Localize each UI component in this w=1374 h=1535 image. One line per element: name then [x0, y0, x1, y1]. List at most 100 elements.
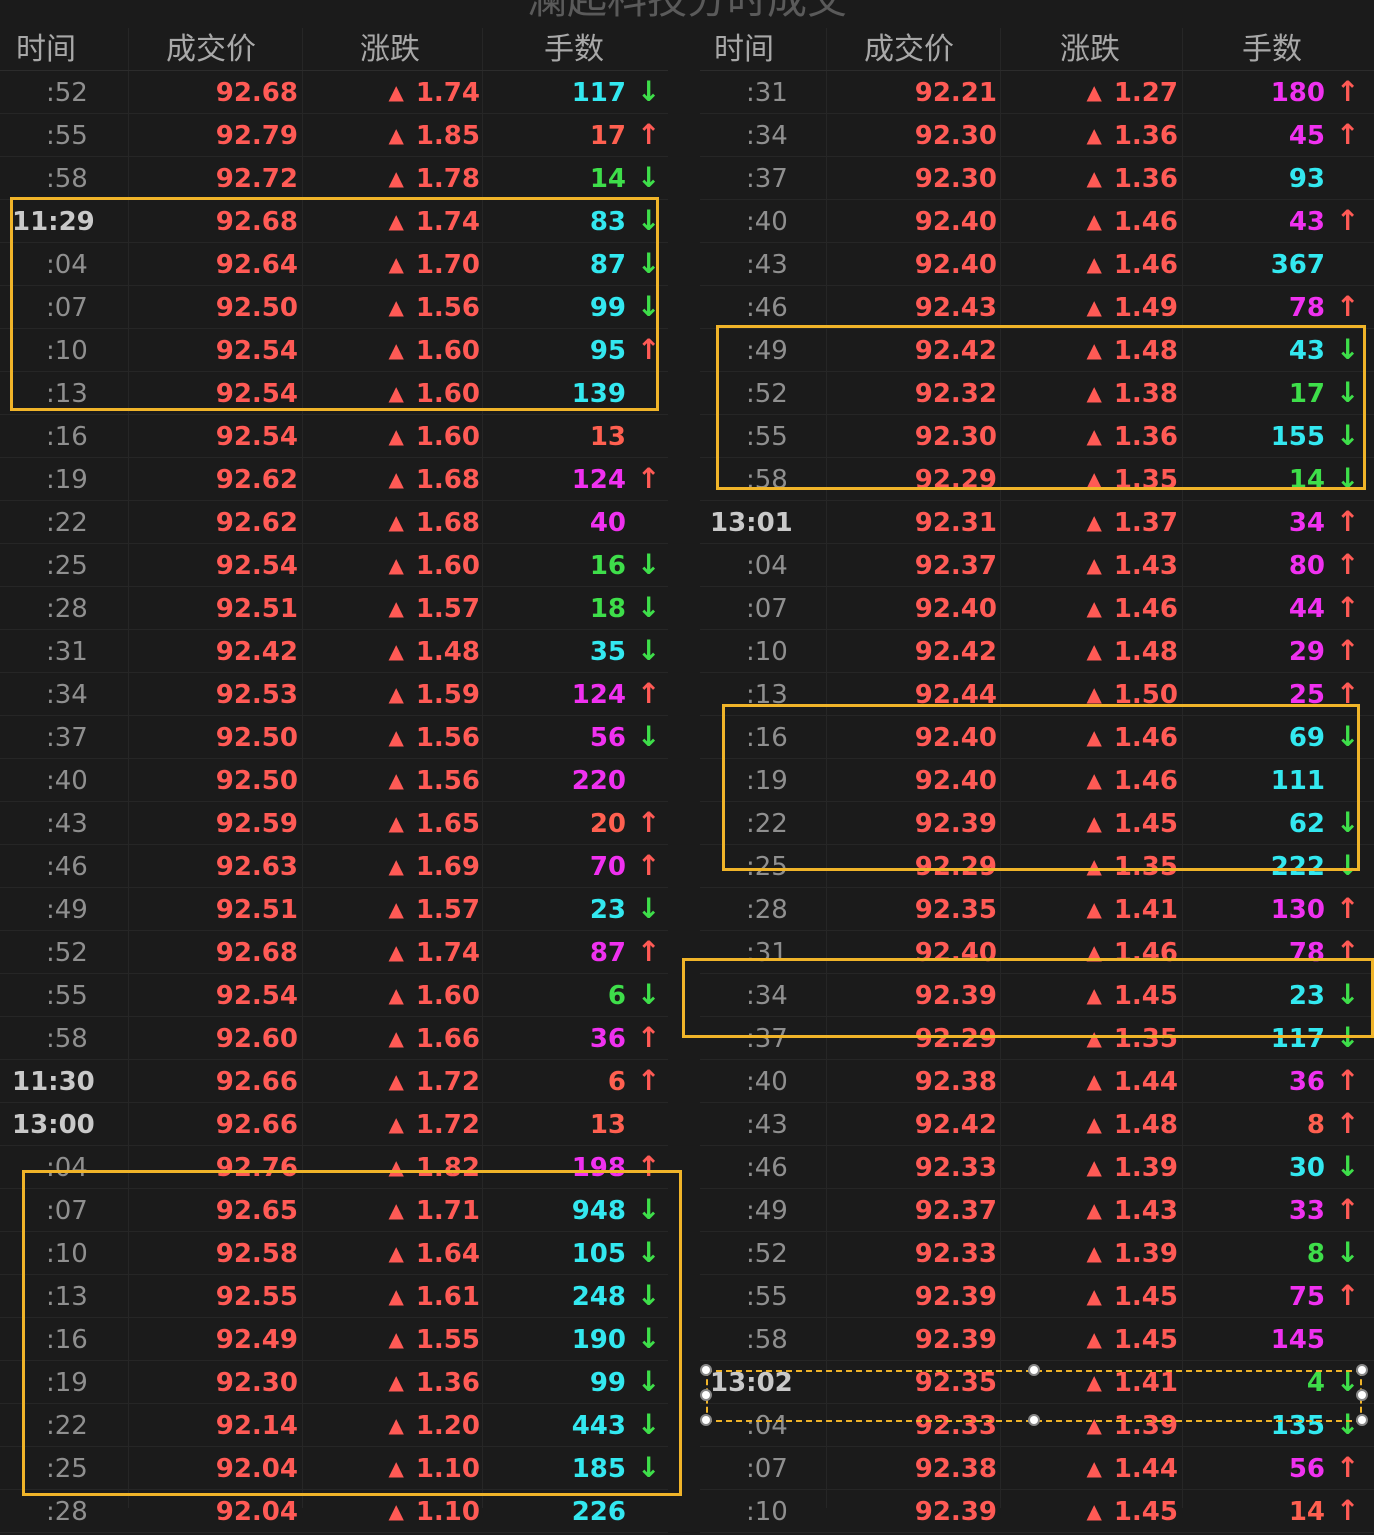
trade-row[interactable]: :10 92.39 ▲ 1.45 14 ↑: [700, 1490, 1374, 1533]
trade-volume: 56: [1288, 1454, 1325, 1484]
trade-volume: 30: [1288, 1153, 1325, 1183]
up-triangle-icon: ▲: [388, 1112, 404, 1136]
trade-row[interactable]: :40 92.50 ▲ 1.56 220: [0, 759, 668, 802]
arrow-up-icon: ↑: [637, 118, 661, 151]
trade-change: ▲ 1.36: [1010, 114, 1178, 156]
trade-row[interactable]: :37 92.30 ▲ 1.36 93: [700, 157, 1374, 200]
trade-row[interactable]: :49 92.37 ▲ 1.43 33 ↑: [700, 1189, 1374, 1232]
arrow-up-icon: ↑: [1336, 75, 1360, 108]
change-value: 1.46: [1113, 250, 1178, 280]
trade-change: ▲ 1.10: [310, 1490, 480, 1532]
trade-row[interactable]: :16 92.54 ▲ 1.60 13: [0, 415, 668, 458]
arrow-up-icon: ↑: [637, 677, 661, 710]
up-triangle-icon: ▲: [388, 1499, 404, 1523]
trade-row[interactable]: :43 92.40 ▲ 1.46 367: [700, 243, 1374, 286]
up-triangle-icon: ▲: [1086, 510, 1102, 534]
arrow-up-icon: ↑: [1336, 204, 1360, 237]
trade-row[interactable]: 13:00 92.66 ▲ 1.72 13: [0, 1103, 668, 1146]
trade-row[interactable]: :28 92.35 ▲ 1.41 130 ↑: [700, 888, 1374, 931]
resize-handle[interactable]: [700, 1364, 712, 1376]
trade-price: 92.50: [215, 766, 298, 796]
trade-row[interactable]: 11:30 92.66 ▲ 1.72 6 ↑: [0, 1060, 668, 1103]
up-triangle-icon: ▲: [388, 80, 404, 104]
trade-row[interactable]: :28 92.51 ▲ 1.57 18 ↓: [0, 587, 668, 630]
trade-row[interactable]: :31 92.21 ▲ 1.27 180 ↑: [700, 71, 1374, 114]
trade-time: :46: [746, 1153, 788, 1183]
trade-row[interactable]: :58 92.60 ▲ 1.66 36 ↑: [0, 1017, 668, 1060]
trade-change: ▲ 1.46: [1010, 200, 1178, 242]
trade-time: :28: [46, 1497, 88, 1527]
trade-row[interactable]: :34 92.53 ▲ 1.59 124 ↑: [0, 673, 668, 716]
up-triangle-icon: ▲: [1086, 1284, 1102, 1308]
trade-volume: 87: [589, 938, 626, 968]
trade-row[interactable]: :46 92.43 ▲ 1.49 78 ↑: [700, 286, 1374, 329]
trade-time: :55: [746, 1282, 788, 1312]
resize-handle[interactable]: [1356, 1389, 1368, 1401]
trade-row[interactable]: 13:01 92.31 ▲ 1.37 34 ↑: [700, 501, 1374, 544]
trade-volume: 33: [1288, 1196, 1325, 1226]
trade-row[interactable]: :43 92.42 ▲ 1.48 8 ↑: [700, 1103, 1374, 1146]
highlight-box[interactable]: [22, 1170, 682, 1496]
trade-row[interactable]: :22 92.62 ▲ 1.68 40: [0, 501, 668, 544]
up-triangle-icon: ▲: [1086, 639, 1102, 663]
trade-row[interactable]: :55 92.39 ▲ 1.45 75 ↑: [700, 1275, 1374, 1318]
trade-row[interactable]: :58 92.39 ▲ 1.45 145: [700, 1318, 1374, 1361]
trade-row[interactable]: :07 92.38 ▲ 1.44 56 ↑: [700, 1447, 1374, 1490]
trade-volume: 56: [589, 723, 626, 753]
trade-price: 92.33: [914, 1239, 997, 1269]
trade-row[interactable]: :55 92.54 ▲ 1.60 6 ↓: [0, 974, 668, 1017]
trade-row[interactable]: :52 92.68 ▲ 1.74 117 ↓: [0, 71, 668, 114]
trade-price: 92.37: [914, 1196, 997, 1226]
highlight-box[interactable]: [10, 197, 659, 411]
trade-price: 92.62: [215, 465, 298, 495]
trade-time: 11:30: [12, 1067, 95, 1097]
arrow-up-icon: ↑: [1336, 505, 1360, 538]
trade-row[interactable]: :46 92.33 ▲ 1.39 30 ↓: [700, 1146, 1374, 1189]
trade-row[interactable]: :40 92.38 ▲ 1.44 36 ↑: [700, 1060, 1374, 1103]
trade-row[interactable]: :25 92.54 ▲ 1.60 16 ↓: [0, 544, 668, 587]
trade-row[interactable]: :07 92.40 ▲ 1.46 44 ↑: [700, 587, 1374, 630]
resize-handle[interactable]: [1028, 1414, 1040, 1426]
trade-time: :40: [46, 766, 88, 796]
trade-row[interactable]: :52 92.68 ▲ 1.74 87 ↑: [0, 931, 668, 974]
trade-time: :37: [46, 723, 88, 753]
highlight-box[interactable]: [682, 958, 1374, 1038]
change-value: 1.48: [415, 637, 480, 667]
trade-price: 92.54: [215, 551, 298, 581]
highlight-box[interactable]: [722, 704, 1360, 871]
trade-price: 92.40: [914, 207, 997, 237]
resize-handle[interactable]: [1356, 1364, 1368, 1376]
trade-row[interactable]: :58 92.72 ▲ 1.78 14 ↓: [0, 157, 668, 200]
change-value: 1.46: [1113, 594, 1178, 624]
up-triangle-icon: ▲: [388, 897, 404, 921]
trade-time: :52: [46, 78, 88, 108]
trade-row[interactable]: :46 92.63 ▲ 1.69 70 ↑: [0, 845, 668, 888]
trade-row[interactable]: :28 92.04 ▲ 1.10 226: [0, 1490, 668, 1533]
resize-handle[interactable]: [1356, 1414, 1368, 1426]
resize-handle[interactable]: [700, 1389, 712, 1401]
trade-volume: 14: [589, 164, 626, 194]
trade-time: :55: [46, 121, 88, 151]
trade-time: :46: [746, 293, 788, 323]
change-value: 1.39: [1113, 1153, 1178, 1183]
up-triangle-icon: ▲: [388, 725, 404, 749]
trade-row[interactable]: :19 92.62 ▲ 1.68 124 ↑: [0, 458, 668, 501]
arrow-up-icon: ↑: [1336, 892, 1360, 925]
trade-row[interactable]: :40 92.40 ▲ 1.46 43 ↑: [700, 200, 1374, 243]
trade-time: :31: [46, 637, 88, 667]
trade-row[interactable]: :10 92.42 ▲ 1.48 29 ↑: [700, 630, 1374, 673]
trade-row[interactable]: :49 92.51 ▲ 1.57 23 ↓: [0, 888, 668, 931]
trade-row[interactable]: :43 92.59 ▲ 1.65 20 ↑: [0, 802, 668, 845]
trade-row[interactable]: :37 92.50 ▲ 1.56 56 ↓: [0, 716, 668, 759]
up-triangle-icon: ▲: [388, 166, 404, 190]
trade-row[interactable]: :52 92.33 ▲ 1.39 8 ↓: [700, 1232, 1374, 1275]
resize-handle[interactable]: [1028, 1364, 1040, 1376]
trade-time: :07: [746, 594, 788, 624]
resize-handle[interactable]: [700, 1414, 712, 1426]
trade-row[interactable]: :55 92.79 ▲ 1.85 17 ↑: [0, 114, 668, 157]
trade-price: 92.63: [215, 852, 298, 882]
trade-row[interactable]: :34 92.30 ▲ 1.36 45 ↑: [700, 114, 1374, 157]
trade-row[interactable]: :04 92.37 ▲ 1.43 80 ↑: [700, 544, 1374, 587]
highlight-box[interactable]: [716, 325, 1366, 490]
trade-row[interactable]: :31 92.42 ▲ 1.48 35 ↓: [0, 630, 668, 673]
